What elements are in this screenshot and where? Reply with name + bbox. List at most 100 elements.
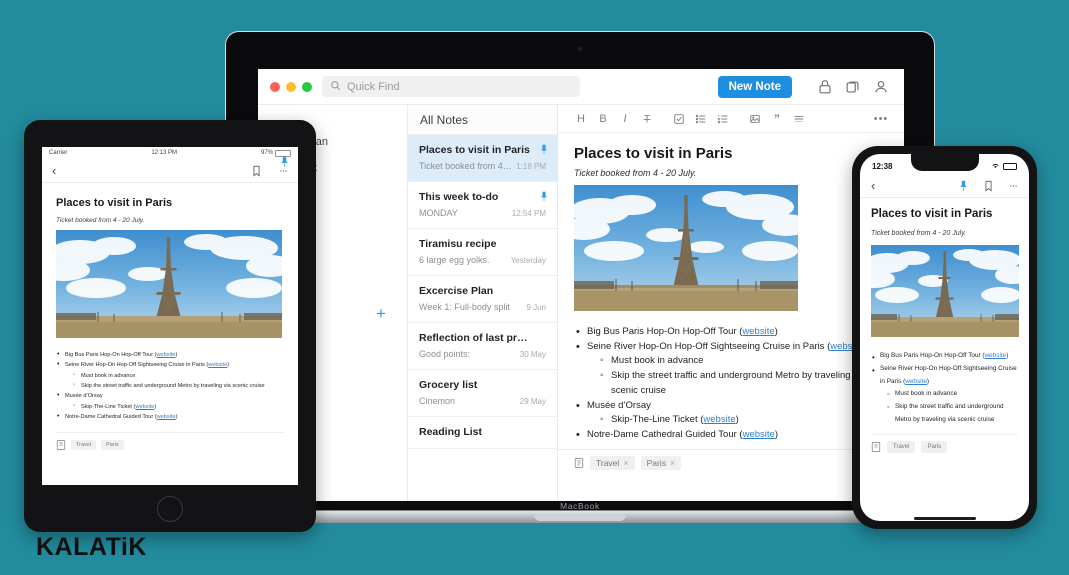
ipad-device: Carrier 12:13 PM 97% ‹ Places to visit i… xyxy=(24,120,316,532)
bullet-text: Seine River Hop-On Hop-Off Sightseeing C… xyxy=(880,364,1017,385)
quote-icon[interactable]: ” xyxy=(766,112,788,126)
heading-icon[interactable]: H xyxy=(570,113,592,125)
note-list-item[interactable]: Excercise Plan Week 1: Full-body split 9 J… xyxy=(408,276,557,323)
pin-icon[interactable] xyxy=(280,156,289,168)
website-link[interactable]: website xyxy=(905,378,927,385)
tag-chip[interactable]: Paris xyxy=(921,440,948,453)
macbook-lid: Quick Find New Note Plan + All Notes Pla… xyxy=(225,31,935,501)
tag-remove-icon[interactable]: × xyxy=(623,458,628,468)
note-list-item-meta: Ticket booked from 4 - 20 Ju... 1:18 PM xyxy=(419,161,546,171)
note-list-item[interactable]: Reading List xyxy=(408,417,557,449)
tag-chip[interactable]: Travel × xyxy=(590,455,635,470)
note-list-item-meta: MONDAY 12:54 PM xyxy=(419,208,546,218)
italic-icon[interactable]: I xyxy=(614,113,636,125)
bullet-text: Skip the street traffic and underground … xyxy=(81,383,265,390)
strikethrough-icon[interactable] xyxy=(636,112,658,124)
note-book-icon[interactable] xyxy=(574,457,584,469)
add-notebook-button[interactable]: + xyxy=(376,305,386,322)
macbook-trackpad-notch xyxy=(534,514,626,521)
note-list-item-time: 30 May xyxy=(519,350,546,359)
back-icon[interactable]: ‹ xyxy=(52,163,56,178)
website-link[interactable]: website xyxy=(208,362,227,368)
bullet-text: Big Bus Paris Hop-On Hop-Off Tour ( xyxy=(880,352,985,359)
window-controls[interactable] xyxy=(270,81,312,92)
tag-chip[interactable]: Travel xyxy=(71,440,97,451)
iphone-nav-bar: ‹ xyxy=(860,174,1029,198)
note-list-item[interactable]: Reflection of last presentation Good poin… xyxy=(408,323,557,370)
maximize-button[interactable] xyxy=(302,81,312,92)
note-list-item-meta: 6 large egg yolks. Yesterday xyxy=(419,255,546,265)
ipad-home-button[interactable] xyxy=(157,496,183,522)
bullet-item: Skip the street traffic and underground … xyxy=(887,401,1018,427)
pin-icon[interactable] xyxy=(959,180,968,192)
tag-chip[interactable]: Paris × xyxy=(640,455,682,470)
minimize-button[interactable] xyxy=(286,81,296,92)
ipad-screen: Carrier 12:13 PM 97% ‹ Places to visit i… xyxy=(42,147,298,485)
bullet-text: Skip-The-Line Ticket ( xyxy=(611,414,704,426)
tag-remove-icon[interactable]: × xyxy=(670,458,675,468)
bookmark-icon[interactable] xyxy=(252,165,261,177)
note-list-item-meta: Week 1: Full-body split 9 Jun xyxy=(419,302,546,312)
numbered-list-icon[interactable] xyxy=(712,112,734,124)
bullet-item: Must book in advance xyxy=(73,370,284,381)
bullets-root: Big Bus Paris Hop-On Hop-Off Tour (websi… xyxy=(871,350,1018,427)
bullet-text-tail: ) xyxy=(735,414,739,426)
bullet-text-tail: ) xyxy=(926,377,930,385)
note-book-icon[interactable] xyxy=(56,439,66,451)
tag-chip[interactable]: Paris xyxy=(101,440,124,451)
search-icon xyxy=(330,80,341,94)
more-options-icon[interactable]: ••• xyxy=(870,113,892,125)
pin-icon[interactable] xyxy=(540,144,548,155)
duplicate-icon[interactable] xyxy=(844,78,862,96)
website-link[interactable]: website xyxy=(703,414,735,425)
checklist-icon[interactable] xyxy=(668,112,690,124)
back-icon[interactable]: ‹ xyxy=(871,178,875,193)
website-link[interactable]: website xyxy=(743,429,775,440)
new-note-button[interactable]: New Note xyxy=(717,75,792,98)
search-input[interactable]: Quick Find xyxy=(322,76,580,97)
bullet-item: Must book in advance xyxy=(600,353,888,369)
website-link[interactable]: website xyxy=(157,414,176,420)
image-icon[interactable] xyxy=(744,112,766,124)
note-list-item[interactable]: Places to visit in Paris Ticket booked fr… xyxy=(408,135,557,182)
bullet-text: Seine River Hop-On Hop-Off Sightseeing C… xyxy=(65,362,209,369)
bullet-sublist: Must book in advance Skip the street traf… xyxy=(65,370,284,392)
lock-icon[interactable] xyxy=(816,78,834,96)
note-list-item[interactable]: Tiramisu recipe 6 large egg yolks. Yesterd… xyxy=(408,229,557,276)
eiffel-tower-photo xyxy=(42,230,294,338)
website-link[interactable]: website xyxy=(157,352,176,358)
tag-chip[interactable]: Travel xyxy=(887,440,916,453)
note-bullet-list: Big Bus Paris Hop-On Hop-Off Tour (websi… xyxy=(574,324,888,443)
iphone-home-indicator[interactable] xyxy=(913,517,976,520)
note-title: Places to visit in Paris xyxy=(871,208,993,220)
website-link[interactable]: website xyxy=(135,404,154,410)
pin-icon[interactable] xyxy=(540,191,548,202)
carrier-label: Carrier xyxy=(49,150,68,156)
note-list-item-meta: Good points: 30 May xyxy=(419,349,546,359)
note-tags-bar: Travel Paris xyxy=(56,432,284,451)
note-list-item-time: 12:54 PM xyxy=(511,209,546,218)
status-time: 12:13 PM xyxy=(151,150,177,156)
note-book-icon[interactable] xyxy=(871,441,881,453)
bullet-text: Notre-Dame Cathedral Guided Tour ( xyxy=(65,414,157,421)
close-button[interactable] xyxy=(270,81,280,92)
website-link[interactable]: website xyxy=(985,352,1007,359)
more-icon[interactable] xyxy=(1009,180,1018,192)
bullets-root: Big Bus Paris Hop-On Hop-Off Tour (websi… xyxy=(56,349,284,424)
bullet-item: Big Bus Paris Hop-On Hop-Off Tour (websi… xyxy=(872,350,1018,366)
note-list-item[interactable]: This week to-do MONDAY 12:54 PM xyxy=(408,182,557,229)
note-list-item-snippet: 6 large egg yolks. xyxy=(419,255,490,265)
website-link[interactable]: website xyxy=(742,326,774,337)
bold-icon[interactable]: B xyxy=(592,113,614,125)
mac-titlebar: Quick Find New Note xyxy=(258,69,904,105)
account-icon[interactable] xyxy=(872,78,890,96)
bullet-list-icon[interactable] xyxy=(690,112,712,124)
bullet-text: Skip-The-Line Ticket ( xyxy=(81,403,136,410)
note-list-item-snippet: Ticket booked from 4 - 20 Ju... xyxy=(419,161,512,171)
note-subtitle: Ticket booked from 4 - 20 July. xyxy=(871,230,967,237)
note-list-item-title: Tiramisu recipe xyxy=(419,238,497,250)
divider-icon[interactable] xyxy=(788,112,810,124)
bullet-text: Must book in advance xyxy=(611,355,704,367)
bookmark-icon[interactable] xyxy=(984,180,993,192)
note-list-item[interactable]: Grocery list Cinemon 29 May xyxy=(408,370,557,417)
